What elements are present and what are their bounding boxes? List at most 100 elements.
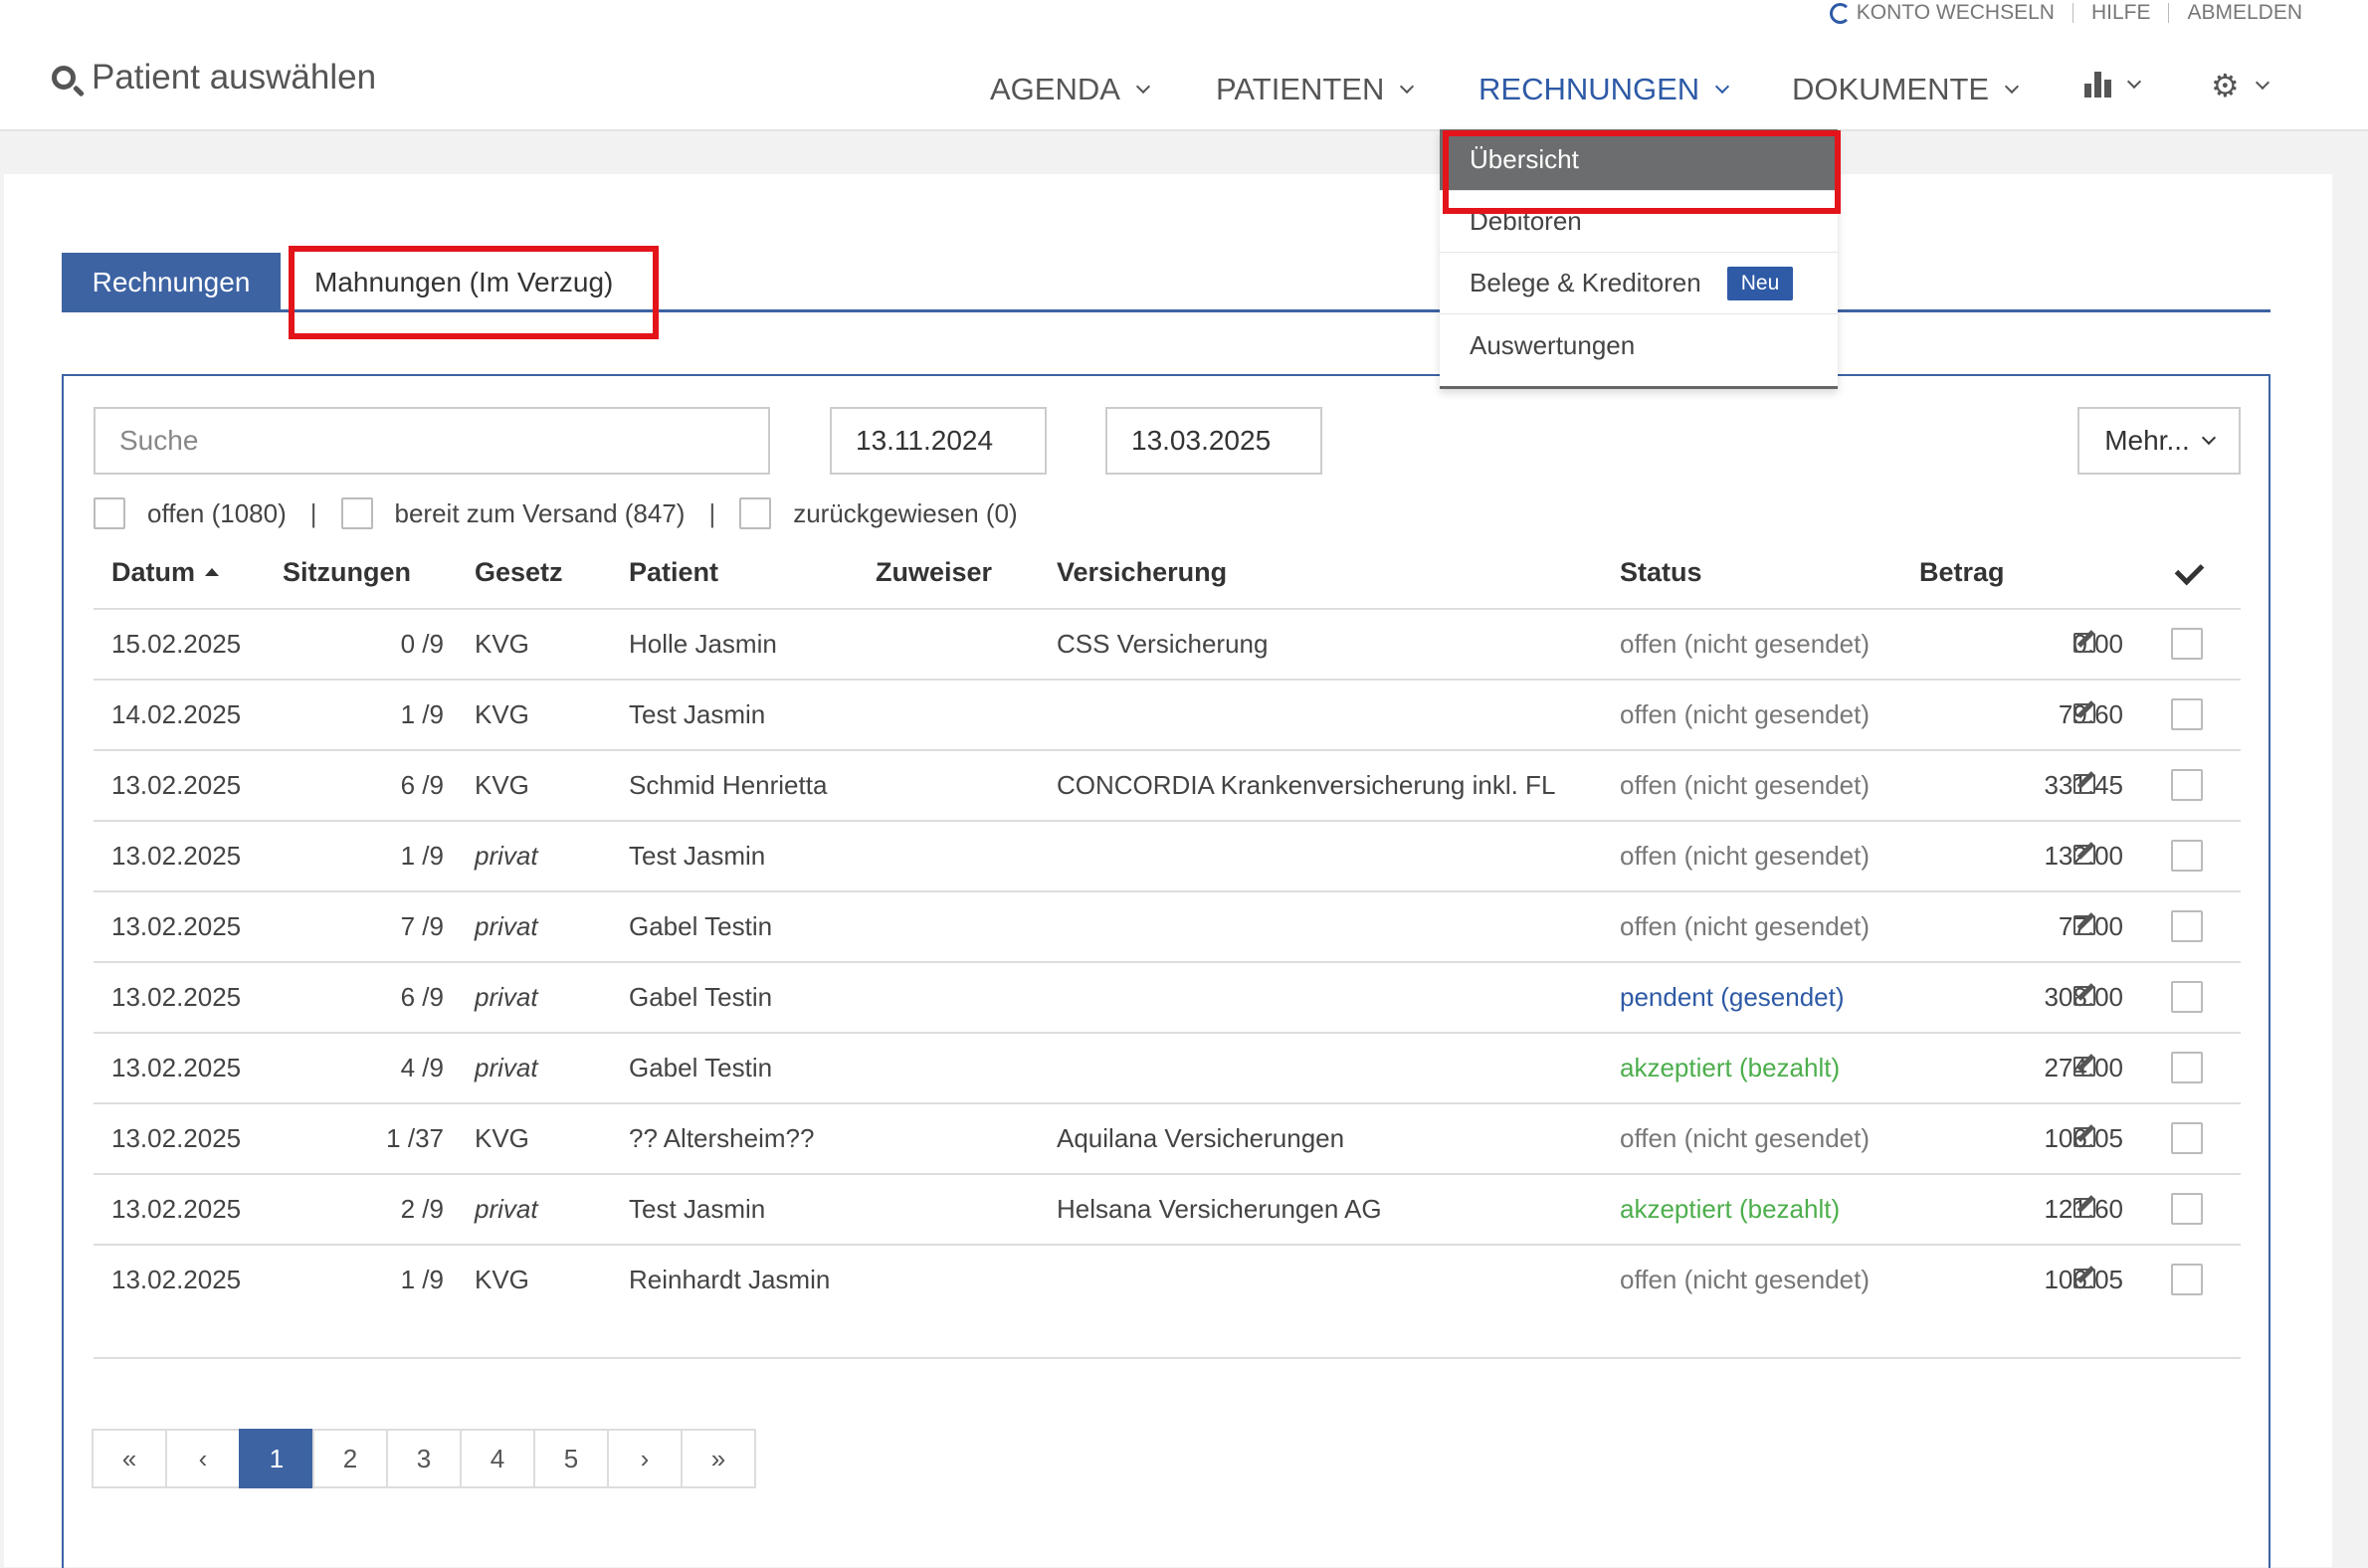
table-row[interactable]: 13.02.2025 4 /9 privat Gabel Testin akzeptie… [94, 1033, 2241, 1103]
table-row[interactable]: 13.02.2025 1 /9 privat Test Jasmin offen (ni… [94, 821, 2241, 891]
edit-icon[interactable] [2073, 915, 2095, 935]
nav-dokumente[interactable]: DOKUMENTE [1792, 72, 2020, 107]
chevron-down-icon [2005, 79, 2020, 95]
cell-versicherung: Helsana Versicherungen AG [1057, 1194, 1382, 1224]
nav-settings[interactable]: ⚙ [2211, 70, 2269, 101]
filter-offen-checkbox[interactable] [94, 497, 125, 529]
chevron-down-icon [1135, 79, 1150, 95]
row-select-checkbox[interactable] [2171, 628, 2203, 660]
column-header-sitzungen[interactable]: Sitzungen [283, 557, 411, 588]
column-header-patient[interactable]: Patient [629, 557, 718, 588]
dropdown-item-uebersicht[interactable]: Übersicht [1440, 129, 1838, 191]
table-row[interactable]: 13.02.2025 1 /9 KVG Reinhardt Jasmin offen (… [94, 1245, 2241, 1315]
edit-icon[interactable] [2073, 774, 2095, 794]
date-to-input[interactable] [1105, 407, 1322, 475]
cell-gesetz: KVG [475, 1123, 529, 1153]
cell-versicherung: CONCORDIA Krankenversicherung inkl. FL [1057, 770, 1556, 800]
cell-datum: 13.02.2025 [111, 1194, 242, 1224]
nav-rechnungen[interactable]: RECHNUNGEN [1479, 72, 1730, 107]
cell-gesetz: privat [475, 841, 538, 871]
nav-statistics[interactable] [2084, 72, 2142, 98]
row-select-checkbox[interactable] [2171, 1052, 2203, 1083]
patient-select[interactable]: Patient auswählen [52, 58, 376, 98]
page-button[interactable]: 2 [312, 1429, 388, 1488]
edit-icon[interactable] [2073, 1198, 2095, 1218]
cell-sitzungen: 1 /9 [400, 841, 444, 871]
page-button[interactable]: « [92, 1429, 167, 1488]
cell-sitzungen: 0 /9 [400, 629, 444, 659]
cell-versicherung: CSS Versicherung [1057, 629, 1269, 659]
edit-icon[interactable] [2073, 633, 2095, 653]
edit-icon[interactable] [2073, 1127, 2095, 1147]
cell-patient: Test Jasmin [629, 841, 766, 871]
column-header-gesetz[interactable]: Gesetz [475, 557, 563, 588]
row-select-checkbox[interactable] [2171, 981, 2203, 1013]
row-select-checkbox[interactable] [2171, 769, 2203, 801]
edit-icon[interactable] [2073, 845, 2095, 865]
cell-status: offen (nicht gesendet) [1620, 1123, 1871, 1153]
cell-datum: 13.02.2025 [111, 841, 242, 871]
logout-link[interactable]: ABMELDEN [2187, 1, 2302, 25]
edit-icon[interactable] [2073, 986, 2095, 1006]
cell-betrag: 132.00 [2044, 841, 2123, 871]
column-header-status[interactable]: Status [1620, 557, 1702, 588]
table-row[interactable]: 13.02.2025 2 /9 privat Test Jasmin Helsana V… [94, 1174, 2241, 1245]
date-from-input[interactable] [830, 407, 1047, 475]
column-header-betrag[interactable]: Betrag [1919, 557, 2005, 588]
page-button[interactable]: 4 [460, 1429, 535, 1488]
column-header-datum[interactable]: Datum [111, 557, 220, 588]
search-input[interactable] [94, 407, 770, 475]
table-row[interactable]: 13.02.2025 6 /9 KVG Schmid Henrietta CONCORD… [94, 750, 2241, 821]
table-row[interactable]: 13.02.2025 7 /9 privat Gabel Testin offen (n… [94, 891, 2241, 962]
column-header-zuweiser[interactable]: Zuweiser [876, 557, 992, 588]
filter-bereit-checkbox[interactable] [340, 497, 373, 529]
cell-sitzungen: 7 /9 [400, 911, 444, 941]
dropdown-item-belege-kreditoren[interactable]: Belege & Kreditoren Neu [1440, 253, 1838, 314]
table-row[interactable]: 15.02.2025 0 /9 KVG Holle Jasmin CSS Versich… [94, 609, 2241, 680]
status-filters: offen (1080) | bereit zum Versand (847) … [94, 495, 1018, 531]
nav-patienten[interactable]: PATIENTEN [1216, 72, 1415, 107]
edit-icon[interactable] [2073, 1057, 2095, 1077]
cell-patient: Gabel Testin [629, 911, 773, 941]
cell-sitzungen: 1 /9 [400, 1265, 444, 1294]
cell-datum: 13.02.2025 [111, 770, 242, 800]
row-select-checkbox[interactable] [2171, 1122, 2203, 1154]
more-button[interactable]: Mehr... [2077, 407, 2241, 475]
switch-account-link[interactable]: KONTO WECHSELN [1829, 1, 2055, 25]
page-button[interactable]: » [681, 1429, 756, 1488]
edit-icon[interactable] [2073, 703, 2095, 723]
column-header-datum-label: Datum [111, 557, 196, 587]
nav-agenda[interactable]: AGENDA [990, 72, 1150, 107]
column-header-versicherung[interactable]: Versicherung [1057, 557, 1227, 588]
tab-mahnungen[interactable]: Mahnungen (Im Verzug) [291, 253, 659, 312]
dropdown-item-debitoren[interactable]: Debitoren [1440, 191, 1838, 253]
row-select-checkbox[interactable] [2171, 698, 2203, 730]
chevron-down-icon [1715, 79, 1730, 95]
page-button[interactable]: › [607, 1429, 683, 1488]
table-row[interactable]: 13.02.2025 1 /37 KVG ?? Altersheim?? Aquilan… [94, 1103, 2241, 1174]
cell-gesetz: privat [475, 911, 538, 941]
cell-sitzungen: 6 /9 [400, 982, 444, 1012]
table-row[interactable]: 13.02.2025 6 /9 privat Gabel Testin pendent … [94, 962, 2241, 1033]
cell-patient: Test Jasmin [629, 699, 766, 729]
tab-rechnungen[interactable]: Rechnungen [62, 253, 281, 312]
row-select-checkbox[interactable] [2171, 1193, 2203, 1225]
dropdown-item-belege-label: Belege & Kreditoren [1470, 268, 1701, 297]
filter-zurueck-checkbox[interactable] [739, 497, 772, 529]
dropdown-item-auswertungen[interactable]: Auswertungen [1440, 314, 1838, 376]
page-button[interactable]: 1 [239, 1429, 314, 1488]
search-icon [52, 66, 76, 90]
cell-sitzungen: 1 /9 [400, 699, 444, 729]
row-select-checkbox[interactable] [2171, 910, 2203, 942]
page-button[interactable]: ‹ [165, 1429, 241, 1488]
edit-icon[interactable] [2073, 1269, 2095, 1288]
table-row[interactable]: 14.02.2025 1 /9 KVG Test Jasmin offen (nicht… [94, 680, 2241, 750]
page-button[interactable]: 3 [386, 1429, 462, 1488]
row-select-checkbox[interactable] [2171, 1264, 2203, 1295]
page-button[interactable]: 5 [533, 1429, 609, 1488]
cell-status: pendent (gesendet) [1620, 982, 1845, 1012]
row-select-checkbox[interactable] [2171, 840, 2203, 872]
cell-datum: 15.02.2025 [111, 629, 242, 659]
help-link[interactable]: HILFE [2091, 1, 2151, 25]
cell-gesetz: privat [475, 1053, 538, 1082]
